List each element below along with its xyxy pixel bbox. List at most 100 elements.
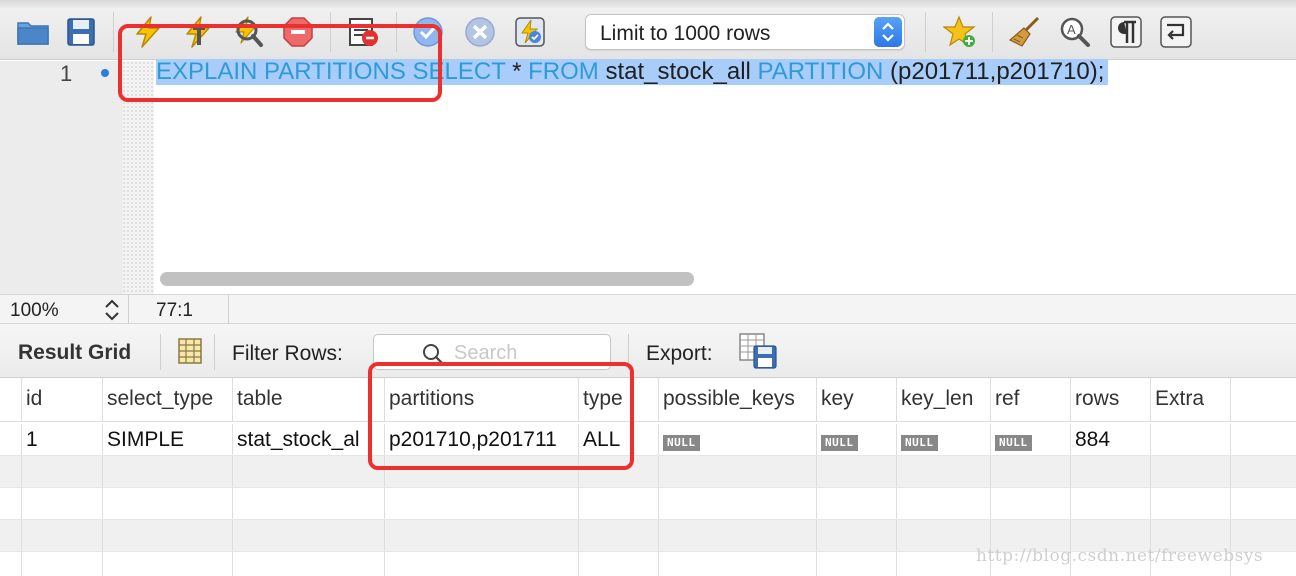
table-cell[interactable] (991, 488, 1071, 519)
select-arrows-icon (874, 17, 902, 47)
watermark-text: http://blog.csdn.net/freewebsys (976, 546, 1264, 566)
sql-identifier-token: * (505, 58, 529, 85)
table-cell[interactable] (579, 552, 659, 576)
annotation-highlight-box (368, 362, 634, 470)
table-cell[interactable] (385, 552, 579, 576)
result-grid-tab[interactable]: Result Grid (18, 341, 131, 365)
table-cell[interactable] (385, 520, 579, 551)
column-header-rows[interactable]: rows (1071, 378, 1151, 421)
table-cell[interactable] (1151, 488, 1231, 519)
rollback-button[interactable] (462, 14, 498, 50)
wrap-lines-icon (1160, 16, 1192, 48)
table-cell[interactable]: NULL (991, 424, 1071, 455)
export-icon[interactable] (738, 332, 778, 370)
column-header-possible-keys[interactable]: possible_keys (659, 378, 817, 421)
table-cell[interactable] (22, 520, 103, 551)
table-cell[interactable] (103, 552, 233, 576)
editor-status-bar: 100% 77:1 (0, 294, 1296, 324)
grid-layout-icon[interactable] (176, 337, 204, 365)
table-cell[interactable] (1151, 456, 1231, 487)
table-cell[interactable]: stat_stock_al (233, 424, 385, 455)
table-cell[interactable] (817, 456, 897, 487)
limit-rows-select[interactable]: Limit to 1000 rows (585, 14, 905, 50)
table-row[interactable] (0, 456, 1296, 488)
toolbar-separator (925, 12, 926, 52)
zoom-stepper-icon[interactable] (102, 298, 122, 322)
column-header-ref[interactable]: ref (991, 378, 1071, 421)
column-header-id[interactable]: id (22, 378, 103, 421)
null-badge: NULL (821, 435, 858, 451)
table-cell[interactable] (817, 488, 897, 519)
limit-rows-value: Limit to 1000 rows (600, 22, 771, 45)
table-cell[interactable]: 884 (1071, 424, 1151, 455)
table-cell[interactable] (817, 552, 897, 576)
sql-identifier-token: stat_stock_all (598, 58, 758, 85)
table-cell[interactable] (103, 488, 233, 519)
add-snippet-button[interactable] (942, 14, 978, 50)
table-cell[interactable] (579, 520, 659, 551)
table-cell[interactable] (1071, 488, 1151, 519)
table-cell[interactable] (233, 520, 385, 551)
table-cell[interactable] (659, 456, 817, 487)
grid-header-row: id select_type table partitions type possible… (0, 378, 1296, 422)
table-cell[interactable] (1151, 424, 1231, 455)
table-cell[interactable]: 1 (22, 424, 103, 455)
table-cell[interactable] (1071, 456, 1151, 487)
table-cell[interactable] (897, 488, 991, 519)
invisible-chars-button[interactable] (1108, 14, 1144, 50)
row-selector[interactable] (0, 424, 22, 455)
table-cell[interactable] (579, 488, 659, 519)
null-badge: NULL (995, 435, 1032, 451)
open-file-icon (17, 22, 49, 45)
zoom-level: 100% (10, 300, 59, 321)
column-header-table[interactable]: table (233, 378, 385, 421)
autocommit-button[interactable] (512, 14, 548, 50)
table-cell[interactable] (385, 488, 579, 519)
row-selector[interactable] (0, 488, 22, 519)
table-cell[interactable]: NULL (897, 424, 991, 455)
sql-identifier-token: (p201711,p201710); (883, 58, 1105, 85)
table-cell[interactable] (659, 488, 817, 519)
table-cell[interactable] (233, 488, 385, 519)
table-cell[interactable] (103, 456, 233, 487)
line-number: 1 (60, 61, 73, 86)
table-cell[interactable] (817, 520, 897, 551)
column-header-key[interactable]: key (817, 378, 897, 421)
save-button[interactable] (63, 14, 99, 50)
invisible-characters-icon (1110, 16, 1142, 48)
table-cell[interactable] (103, 520, 233, 551)
open-file-button[interactable] (15, 14, 51, 50)
row-selector[interactable] (0, 552, 22, 576)
wrap-lines-button[interactable] (1158, 14, 1194, 50)
table-row[interactable]: 1 SIMPLE stat_stock_al p201710,p201711 ALL NU… (0, 424, 1296, 456)
table-cell[interactable] (233, 456, 385, 487)
table-cell[interactable] (897, 456, 991, 487)
table-row[interactable] (0, 488, 1296, 520)
row-selector[interactable] (0, 456, 22, 487)
find-replace-button[interactable]: A (1057, 14, 1093, 50)
table-cell[interactable]: SIMPLE (103, 424, 233, 455)
beautify-button[interactable] (1007, 14, 1043, 50)
table-cell[interactable]: NULL (817, 424, 897, 455)
table-cell[interactable] (22, 456, 103, 487)
status-separator (128, 295, 129, 324)
table-cell[interactable] (22, 488, 103, 519)
sql-keyword-token: PARTITION (757, 58, 884, 85)
table-cell[interactable] (659, 552, 817, 576)
column-header-extra[interactable]: Extra (1151, 378, 1231, 421)
column-header-key-len[interactable]: key_len (897, 378, 991, 421)
row-selector[interactable] (0, 520, 22, 551)
table-cell[interactable] (22, 552, 103, 576)
table-cell[interactable] (991, 456, 1071, 487)
statement-marker-icon (101, 69, 109, 77)
table-cell[interactable] (233, 552, 385, 576)
column-header-select-type[interactable]: select_type (103, 378, 233, 421)
horizontal-scrollbar[interactable] (160, 272, 694, 286)
table-cell[interactable] (659, 520, 817, 551)
result-toolbar-separator (214, 334, 215, 370)
toolbar-top-edge (0, 0, 1296, 8)
toolbar-separator (992, 12, 993, 52)
table-cell[interactable]: NULL (659, 424, 817, 455)
export-label: Export: (646, 342, 713, 365)
line-number-gutter: 1 (0, 61, 122, 294)
